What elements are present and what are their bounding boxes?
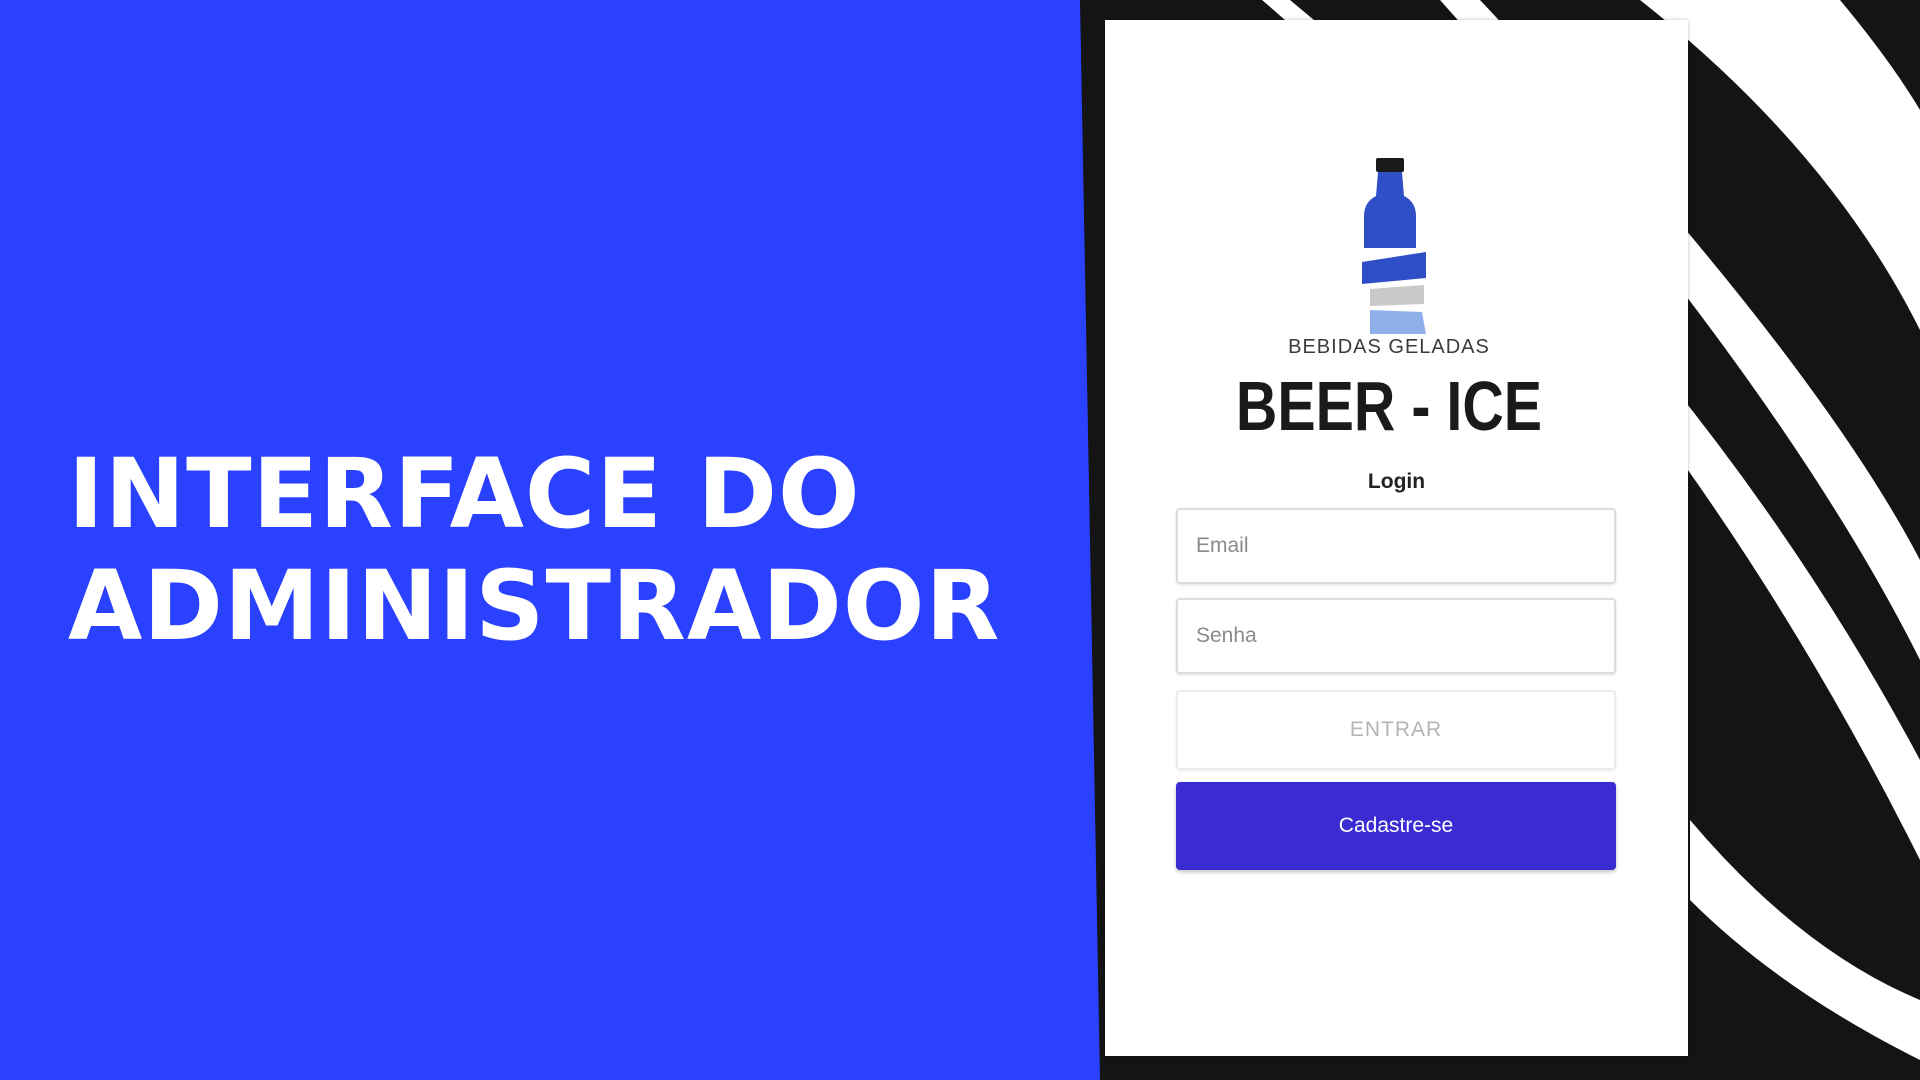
register-button[interactable]: Cadastre-se	[1176, 782, 1616, 870]
login-heading: Login	[1367, 470, 1426, 493]
headline-line-1: INTERFACE DO	[68, 438, 861, 550]
brand-name: BEER - ICE	[1235, 367, 1543, 445]
brand-tagline: BEBIDAS GELADAS	[1288, 336, 1490, 358]
login-card: BEBIDAS GELADAS BEER - ICE Login ENTRAR …	[1105, 20, 1688, 1056]
brand-logo: BEBIDAS GELADAS BEER - ICE	[1105, 158, 1688, 448]
email-input[interactable]	[1176, 508, 1616, 584]
login-button[interactable]: ENTRAR	[1176, 690, 1616, 770]
slide-headline: INTERFACE DO ADMINISTRADOR	[68, 438, 1000, 662]
bottle-icon	[1362, 158, 1426, 334]
password-input[interactable]	[1176, 598, 1616, 674]
headline-line-2: ADMINISTRADOR	[68, 550, 1001, 662]
